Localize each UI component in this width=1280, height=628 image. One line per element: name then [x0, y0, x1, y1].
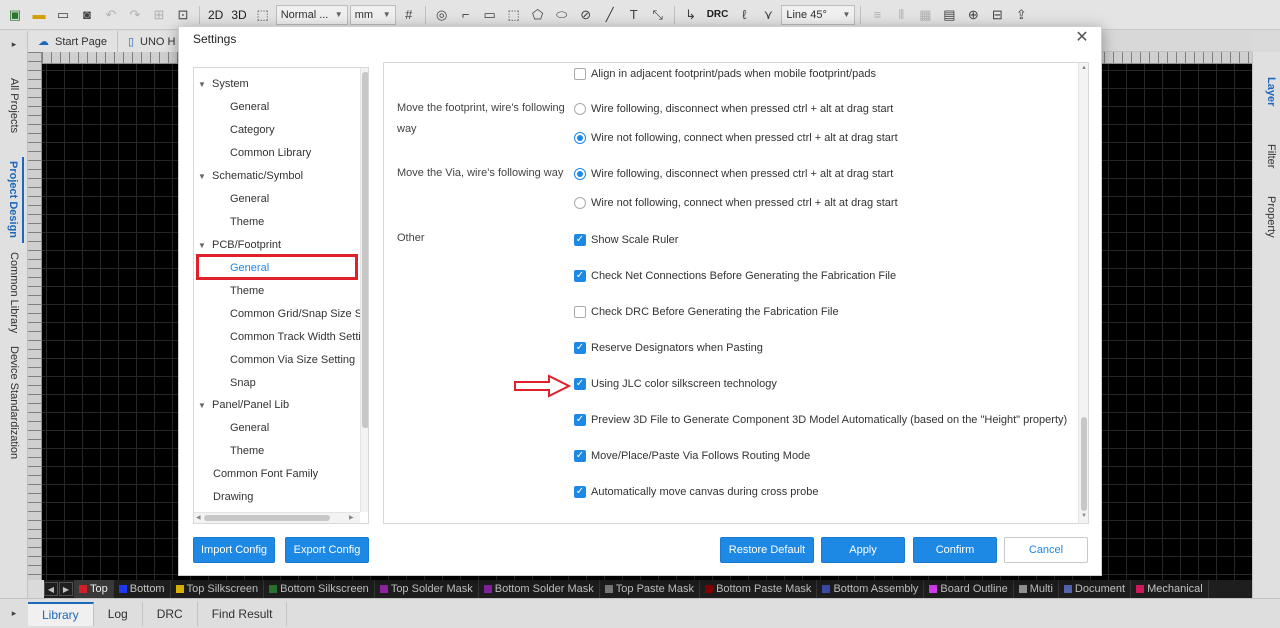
tree-item-schematic-general[interactable]: General: [230, 189, 269, 209]
checkbox-checked[interactable]: ✓: [574, 378, 586, 390]
checkbox-checked[interactable]: ✓: [574, 342, 586, 354]
checkbox-checked[interactable]: ✓: [574, 450, 586, 462]
tree-horizontal-scrollbar[interactable]: ◀ ▶: [194, 512, 360, 523]
option-label: Preview 3D File to Generate Component 3D…: [591, 414, 1068, 426]
tree-item-grid-snap-size[interactable]: Common Grid/Snap Size Se: [230, 304, 368, 324]
option-label: Automatically move canvas during cross p…: [591, 486, 819, 498]
footprint-wire-not-following-option[interactable]: Wire not following, connect when pressed…: [574, 130, 898, 146]
scroll-left-icon[interactable]: ◀: [196, 514, 201, 521]
tree-item-category[interactable]: Category: [230, 120, 275, 140]
tree-item-pcb-theme[interactable]: Theme: [230, 281, 264, 301]
tree-item-track-width[interactable]: Common Track Width Settin: [230, 327, 367, 347]
tree-item-schematic-theme[interactable]: Theme: [230, 212, 264, 232]
tree-item-system-general[interactable]: General: [230, 97, 269, 117]
tree-item-system[interactable]: ▼ System: [198, 74, 249, 94]
selected-highlight-box: [196, 254, 358, 280]
preview-3d-row[interactable]: ✓ Preview 3D File to Generate Component …: [574, 412, 1067, 428]
checkbox-checked[interactable]: ✓: [574, 234, 586, 246]
settings-dialog: Settings ✕ ▼ System General Category Comm…: [178, 26, 1102, 576]
restore-default-button[interactable]: Restore Default: [720, 537, 814, 563]
radio-button[interactable]: [574, 132, 586, 144]
scroll-up-icon[interactable]: ▲: [1081, 65, 1087, 71]
cross-probe-row[interactable]: ✓ Automatically move canvas during cross…: [574, 484, 818, 500]
scroll-down-icon[interactable]: ▼: [1081, 513, 1087, 519]
show-scale-ruler-row[interactable]: ✓ Show Scale Ruler: [574, 232, 678, 248]
tree-item-font-family[interactable]: Common Font Family: [213, 464, 318, 484]
caret-down-icon: ▼: [198, 240, 206, 250]
align-footprint-checkbox[interactable]: [574, 68, 586, 80]
tree-item-panel-lib[interactable]: ▼ Panel/Panel Lib: [198, 395, 289, 415]
scroll-thumb[interactable]: [204, 515, 330, 521]
tree-item-schematic-symbol[interactable]: ▼ Schematic/Symbol: [198, 166, 303, 186]
radio-button[interactable]: [574, 103, 586, 115]
tree-label: Schematic/Symbol: [212, 170, 304, 182]
other-label: Other: [397, 232, 425, 244]
option-label: Wire following, disconnect when pressed …: [591, 168, 894, 180]
option-label: Check Net Connections Before Generating …: [591, 270, 897, 282]
import-config-button[interactable]: Import Config: [193, 537, 275, 563]
check-drc-row[interactable]: Check DRC Before Generating the Fabricat…: [574, 304, 839, 320]
tree-label: System: [212, 78, 249, 90]
export-config-button[interactable]: Export Config: [285, 537, 369, 563]
confirm-button[interactable]: Confirm: [913, 537, 997, 563]
option-label: Wire not following, connect when pressed…: [591, 197, 898, 209]
reserve-designators-row[interactable]: ✓ Reserve Designators when Pasting: [574, 340, 763, 356]
settings-tree: ▼ System General Category Common Library …: [193, 67, 369, 524]
via-wire-following-option[interactable]: Wire following, disconnect when pressed …: [574, 166, 893, 182]
scroll-thumb[interactable]: [362, 72, 368, 428]
checkbox-checked[interactable]: ✓: [574, 270, 586, 282]
tree-item-panel-theme[interactable]: Theme: [230, 441, 264, 461]
option-label: Show Scale Ruler: [591, 234, 679, 246]
tree-item-common-library[interactable]: Common Library: [230, 143, 311, 163]
dialog-title: Settings: [193, 32, 237, 46]
caret-down-icon: ▼: [198, 79, 206, 89]
tree-item-via-size[interactable]: Common Via Size Setting: [230, 350, 355, 370]
tree-item-snap[interactable]: Snap: [230, 373, 256, 393]
tree-item-drawing[interactable]: Drawing: [213, 487, 253, 507]
caret-down-icon: ▼: [198, 171, 206, 181]
option-label: Align in adjacent footprint/pads when mo…: [591, 68, 876, 80]
option-label: Move/Place/Paste Via Follows Routing Mod…: [591, 450, 811, 462]
tree-item-panel-general[interactable]: General: [230, 418, 269, 438]
option-label: Check DRC Before Generating the Fabricat…: [591, 306, 839, 318]
option-label: Reserve Designators when Pasting: [591, 342, 763, 354]
cancel-button[interactable]: Cancel: [1004, 537, 1088, 563]
content-vertical-scrollbar[interactable]: ▲ ▼: [1078, 63, 1088, 523]
option-label: Wire following, disconnect when pressed …: [591, 103, 894, 115]
caret-down-icon: ▼: [198, 400, 206, 410]
tree-item-pcb-footprint[interactable]: ▼ PCB/Footprint: [198, 235, 281, 255]
checkbox-checked[interactable]: ✓: [574, 414, 586, 426]
option-label: Using JLC color silkscreen technology: [591, 378, 777, 390]
via-routing-mode-row[interactable]: ✓ Move/Place/Paste Via Follows Routing M…: [574, 448, 810, 464]
footprint-wire-following-option[interactable]: Wire following, disconnect when pressed …: [574, 101, 893, 117]
option-label: Wire not following, connect when pressed…: [591, 132, 898, 144]
checkbox-checked[interactable]: ✓: [574, 486, 586, 498]
tree-vertical-scrollbar[interactable]: [360, 68, 368, 512]
checkbox-unchecked[interactable]: [574, 306, 586, 318]
red-arrow-annotation-icon: [514, 374, 571, 398]
tree-item-pcb-general[interactable]: General: [230, 258, 269, 278]
tree-label: PCB/Footprint: [212, 239, 282, 251]
radio-button[interactable]: [574, 197, 586, 209]
scroll-right-icon[interactable]: ▶: [349, 514, 354, 521]
radio-button[interactable]: [574, 168, 586, 180]
tree-label: Panel/Panel Lib: [212, 399, 290, 411]
scroll-thumb[interactable]: [1081, 417, 1087, 511]
footprint-wire-label: Move the footprint, wire's following way: [397, 102, 565, 135]
jlc-color-silkscreen-row[interactable]: ✓ Using JLC color silkscreen technology: [574, 376, 777, 392]
via-wire-label: Move the Via, wire's following way: [397, 167, 564, 179]
settings-content: Align in adjacent footprint/pads when mo…: [383, 62, 1089, 524]
via-wire-not-following-option[interactable]: Wire not following, connect when pressed…: [574, 195, 898, 211]
check-net-connections-row[interactable]: ✓ Check Net Connections Before Generatin…: [574, 268, 896, 284]
close-icon[interactable]: ✕: [1073, 29, 1091, 47]
apply-button[interactable]: Apply: [821, 537, 905, 563]
align-footprint-checkbox-row[interactable]: Align in adjacent footprint/pads when mo…: [574, 66, 876, 82]
